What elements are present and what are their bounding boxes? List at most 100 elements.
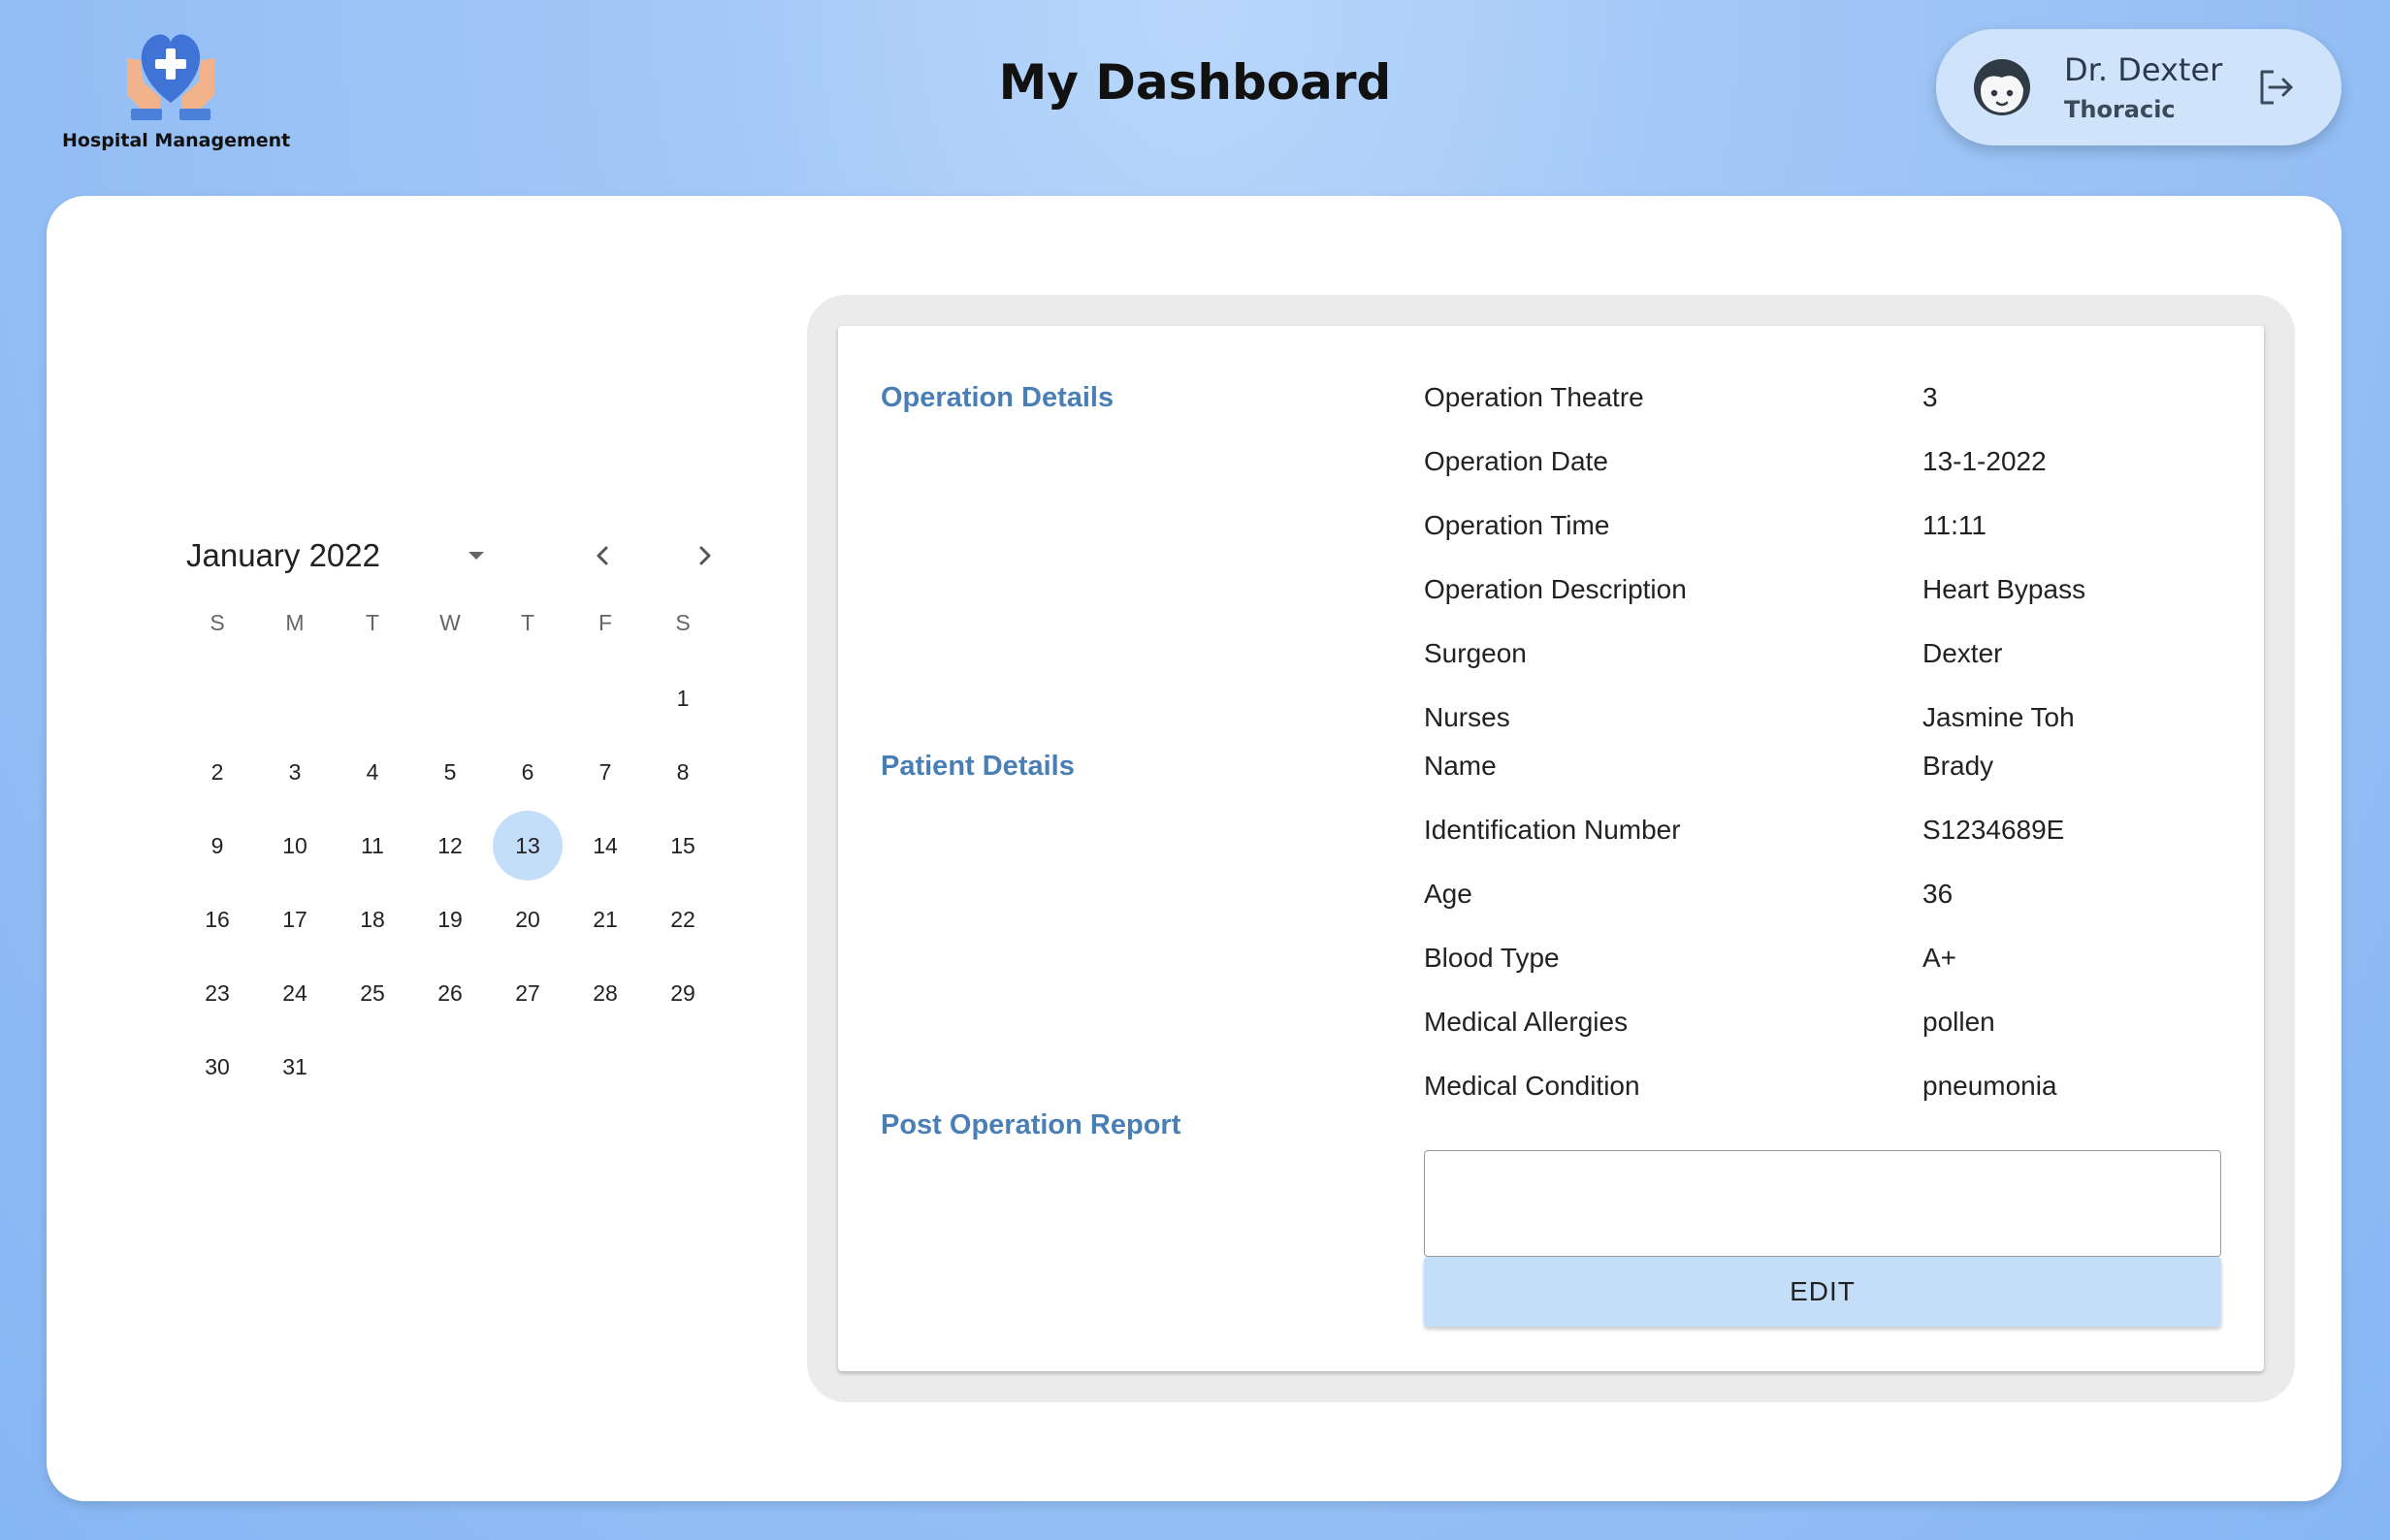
calendar-day[interactable]: 7	[566, 735, 644, 809]
calendar-day-number[interactable]: 31	[260, 1032, 330, 1102]
calendar-blank	[566, 661, 644, 735]
calendar-day-number[interactable]: 25	[338, 958, 407, 1028]
calendar-day[interactable]: 14	[566, 809, 644, 882]
detail-label: Name	[1424, 751, 1497, 781]
calendar-day-number[interactable]: 2	[182, 737, 252, 807]
calendar-day[interactable]: 10	[256, 809, 334, 882]
edit-button[interactable]: EDIT	[1424, 1257, 2221, 1327]
chevron-right-icon[interactable]	[689, 539, 722, 572]
calendar-day-number[interactable]: 26	[415, 958, 485, 1028]
user-info: Dr. Dexter Thoracic	[2064, 51, 2222, 123]
calendar-day[interactable]: 29	[644, 956, 722, 1030]
calendar-day[interactable]: 23	[178, 956, 256, 1030]
calendar-day[interactable]: 30	[178, 1030, 256, 1104]
weekday-label: W	[439, 610, 461, 635]
user-name: Dr. Dexter	[2064, 51, 2223, 88]
calendar-day[interactable]: 5	[411, 735, 489, 809]
calendar-month-label[interactable]: January 2022	[186, 537, 380, 574]
chevron-left-icon[interactable]	[586, 539, 619, 572]
date-calendar: January 2022 SMTWTFS 1 2 3 4 5 6 7 8 9 10 11 12 13 14…	[140, 526, 729, 1104]
calendar-day-number[interactable]: 21	[570, 884, 640, 954]
calendar-day[interactable]: 24	[256, 956, 334, 1030]
detail-label: Nurses	[1424, 702, 1510, 732]
calendar-weekdays: SMTWTFS	[178, 584, 729, 661]
chevron-down-icon[interactable]	[460, 539, 493, 572]
logout-icon[interactable]	[2254, 66, 2297, 109]
brand-logo[interactable]: Hospital Management	[62, 19, 291, 151]
calendar-day-number[interactable]: 24	[260, 958, 330, 1028]
calendar-day-number[interactable]: 27	[493, 958, 563, 1028]
detail-label: Medical Allergies	[1424, 1007, 1629, 1037]
detail-value: Heart Bypass	[1922, 574, 2086, 604]
post-operation-report-field[interactable]	[1424, 1150, 2221, 1257]
detail-value: Jasmine Toh	[1922, 702, 2075, 732]
detail-value: 13-1-2022	[1922, 446, 2047, 476]
calendar-day[interactable]: 17	[256, 882, 334, 956]
calendar-day-number[interactable]: 16	[182, 884, 252, 954]
calendar-day[interactable]: 28	[566, 956, 644, 1030]
detail-label: Medical Condition	[1424, 1071, 1640, 1101]
operation-details-heading: Operation Details	[881, 382, 1114, 413]
weekday-label: T	[365, 610, 380, 635]
calendar-day[interactable]: 9	[178, 809, 256, 882]
calendar-day[interactable]: 11	[334, 809, 411, 882]
calendar-day-number[interactable]: 23	[182, 958, 252, 1028]
detail-label: Blood Type	[1424, 943, 1560, 973]
calendar-day[interactable]: 3	[256, 735, 334, 809]
calendar-day-number[interactable]: 6	[493, 737, 563, 807]
calendar-day[interactable]: 2	[178, 735, 256, 809]
calendar-day[interactable]: 8	[644, 735, 722, 809]
calendar-day-number[interactable]: 1	[648, 663, 718, 733]
user-profile-card[interactable]: Dr. Dexter Thoracic	[1936, 29, 2342, 145]
calendar-day-number[interactable]: 18	[338, 884, 407, 954]
calendar-day[interactable]: 12	[411, 809, 489, 882]
calendar-day[interactable]: 31	[256, 1030, 334, 1104]
calendar-day-number[interactable]: 13	[493, 811, 563, 881]
calendar-day[interactable]: 18	[334, 882, 411, 956]
calendar-day[interactable]: 13	[489, 809, 566, 882]
brand-name: Hospital Management	[62, 130, 291, 151]
calendar-blank	[178, 661, 256, 735]
detail-label: Age	[1424, 879, 1472, 909]
calendar-day-number[interactable]: 11	[338, 811, 407, 881]
calendar-day-number[interactable]: 4	[338, 737, 407, 807]
user-department: Thoracic	[2064, 96, 2176, 123]
calendar-day[interactable]: 21	[566, 882, 644, 956]
calendar-day[interactable]: 25	[334, 956, 411, 1030]
calendar-day[interactable]: 16	[178, 882, 256, 956]
calendar-day-number[interactable]: 15	[648, 811, 718, 881]
calendar-day-number[interactable]: 5	[415, 737, 485, 807]
calendar-day[interactable]: 6	[489, 735, 566, 809]
calendar-day[interactable]: 19	[411, 882, 489, 956]
calendar-day[interactable]: 4	[334, 735, 411, 809]
calendar-day-number[interactable]: 17	[260, 884, 330, 954]
detail-value: A+	[1922, 943, 1957, 973]
calendar-day-number[interactable]: 8	[648, 737, 718, 807]
calendar-day-number[interactable]: 12	[415, 811, 485, 881]
calendar-day-number[interactable]: 30	[182, 1032, 252, 1102]
weekday-label: T	[520, 610, 535, 635]
calendar-day[interactable]: 26	[411, 956, 489, 1030]
calendar-day-number[interactable]: 14	[570, 811, 640, 881]
calendar-day[interactable]: 1	[644, 661, 722, 735]
detail-value: Dexter	[1922, 638, 2003, 668]
calendar-day[interactable]: 22	[644, 882, 722, 956]
detail-label: Operation Theatre	[1424, 382, 1644, 412]
calendar-day[interactable]: 15	[644, 809, 722, 882]
calendar-day-number[interactable]: 7	[570, 737, 640, 807]
calendar-day-number[interactable]: 3	[260, 737, 330, 807]
calendar-day-number[interactable]: 10	[260, 811, 330, 881]
detail-value: 11:11	[1922, 510, 1986, 540]
calendar-day-number[interactable]: 20	[493, 884, 563, 954]
heart-hands-icon	[127, 34, 214, 120]
calendar-day-number[interactable]: 19	[415, 884, 485, 954]
detail-label: Identification Number	[1424, 815, 1681, 845]
calendar-day-number[interactable]: 29	[648, 958, 718, 1028]
detail-label: Operation Description	[1424, 574, 1687, 604]
calendar-day-number[interactable]: 22	[648, 884, 718, 954]
calendar-day-number[interactable]: 28	[570, 958, 640, 1028]
calendar-day[interactable]: 27	[489, 956, 566, 1030]
calendar-day-number[interactable]: 9	[182, 811, 252, 881]
calendar-day[interactable]: 20	[489, 882, 566, 956]
details-panel: Operation Details Patient Details Post O…	[807, 295, 2295, 1402]
